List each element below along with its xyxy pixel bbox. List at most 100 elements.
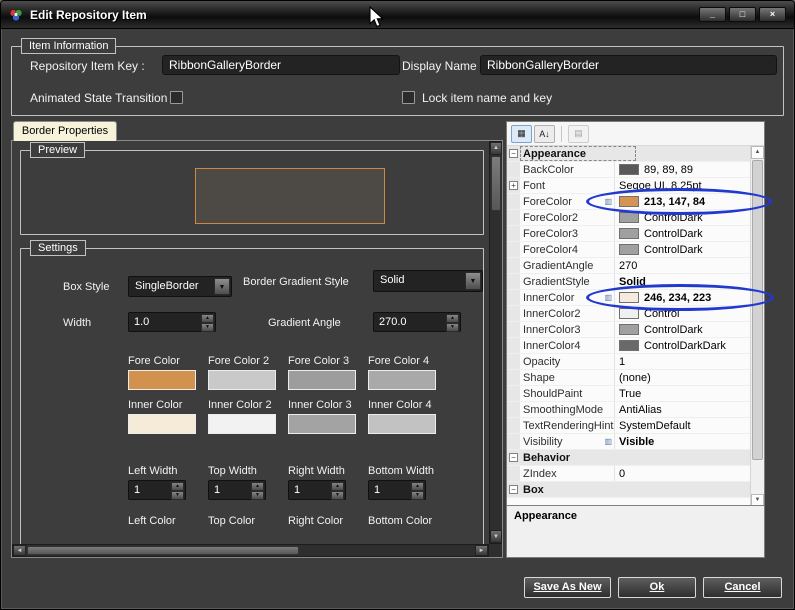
side-color-label: Left Color: [128, 515, 176, 527]
scrollbar-corner: [489, 544, 502, 557]
horizontal-scrollbar[interactable]: ◄ ►: [12, 544, 489, 557]
property-row[interactable]: Shape (none): [507, 370, 752, 386]
color-swatch[interactable]: [208, 414, 276, 434]
expand-icon[interactable]: +: [509, 181, 518, 190]
property-grid-scrollbar[interactable]: ▲ ▼: [750, 146, 764, 507]
spinner-up-icon[interactable]: ▲: [331, 482, 344, 491]
spinner-buttons[interactable]: ▲ ▼: [251, 482, 264, 500]
property-row[interactable]: InnerColor ▥ 246, 234, 223: [507, 290, 752, 306]
property-category-row[interactable]: − Appearance: [507, 146, 752, 162]
color-swatch[interactable]: [368, 414, 436, 434]
lock-item-name-checkbox[interactable]: [402, 91, 415, 104]
property-row[interactable]: Opacity 1: [507, 354, 752, 370]
gradient-angle-spinner[interactable]: 270.0 ▲ ▼: [373, 312, 461, 332]
color-swatch[interactable]: [128, 414, 196, 434]
collapse-icon[interactable]: −: [509, 453, 518, 462]
color-swatch[interactable]: [208, 370, 276, 390]
property-name: Behavior: [523, 451, 571, 464]
save-as-new-button[interactable]: Save As New: [524, 577, 611, 598]
scroll-down-icon[interactable]: ▼: [490, 530, 502, 543]
color-swatch: [619, 324, 639, 335]
spinner-down-icon[interactable]: ▼: [446, 323, 459, 332]
preview-legend: Preview: [30, 142, 86, 158]
spinner-buttons[interactable]: ▲ ▼: [331, 482, 344, 500]
property-value: [636, 146, 753, 161]
spinner-down-icon[interactable]: ▼: [201, 323, 214, 332]
property-value: ControlDark: [615, 322, 752, 337]
property-pages-button[interactable]: ▤: [568, 124, 589, 143]
property-row[interactable]: + Font Segoe UI, 8.25pt: [507, 178, 752, 194]
spinner-up-icon[interactable]: ▲: [171, 482, 184, 491]
close-button[interactable]: ×: [759, 7, 786, 22]
cancel-button[interactable]: Cancel: [703, 577, 782, 598]
minimize-button[interactable]: _: [699, 7, 726, 22]
color-swatch[interactable]: [368, 370, 436, 390]
side-width-spinner[interactable]: 1 ▲ ▼: [368, 480, 426, 500]
alphabetical-sort-button[interactable]: A↓: [534, 124, 555, 143]
categorized-button[interactable]: ▦: [511, 124, 532, 143]
property-row[interactable]: ForeColor4 ControlDark: [507, 242, 752, 258]
spinner-up-icon[interactable]: ▲: [446, 314, 459, 323]
property-row[interactable]: ForeColor2 ControlDark: [507, 210, 752, 226]
spinner-buttons[interactable]: ▲ ▼: [171, 482, 184, 500]
animated-state-transition-checkbox[interactable]: [170, 91, 183, 104]
property-row[interactable]: GradientAngle 270: [507, 258, 752, 274]
side-width-spinner[interactable]: 1 ▲ ▼: [128, 480, 186, 500]
scrollbar-thumb[interactable]: [752, 160, 763, 460]
chevron-down-icon[interactable]: ▼: [465, 272, 481, 290]
spinner-down-icon[interactable]: ▼: [331, 491, 344, 500]
spinner-up-icon[interactable]: ▲: [251, 482, 264, 491]
property-row[interactable]: ForeColor ▥ 213, 147, 84: [507, 194, 752, 210]
maximize-button[interactable]: □: [729, 7, 756, 22]
box-style-combo[interactable]: SingleBorder ▼: [128, 276, 232, 297]
property-row[interactable]: GradientStyle Solid: [507, 274, 752, 290]
property-row[interactable]: SmoothingMode AntiAlias: [507, 402, 752, 418]
color-swatch[interactable]: [288, 370, 356, 390]
property-category-row[interactable]: − Box: [507, 482, 752, 498]
ok-button[interactable]: Ok: [618, 577, 696, 598]
property-row[interactable]: ShouldPaint True: [507, 386, 752, 402]
color-column: Inner Color 4: [368, 399, 448, 434]
property-name: GradientAngle: [520, 258, 615, 273]
spinner-up-icon[interactable]: ▲: [411, 482, 424, 491]
spinner-buttons[interactable]: ▲ ▼: [201, 314, 214, 332]
property-category-row[interactable]: − Behavior: [507, 450, 752, 466]
property-row[interactable]: ForeColor3 ControlDark: [507, 226, 752, 242]
spinner-buttons[interactable]: ▲ ▼: [411, 482, 424, 500]
tab-border-properties[interactable]: Border Properties: [13, 121, 117, 141]
spinner-down-icon[interactable]: ▼: [171, 491, 184, 500]
scroll-up-icon[interactable]: ▲: [490, 142, 502, 155]
side-width-spinner[interactable]: 1 ▲ ▼: [208, 480, 266, 500]
scroll-left-icon[interactable]: ◄: [13, 545, 26, 556]
display-name-input[interactable]: [480, 55, 777, 75]
color-swatch: [619, 340, 639, 351]
property-row[interactable]: InnerColor4 ControlDarkDark: [507, 338, 752, 354]
scroll-up-icon[interactable]: ▲: [751, 146, 764, 159]
side-width-spinner[interactable]: 1 ▲ ▼: [288, 480, 346, 500]
repository-item-key-input[interactable]: [162, 55, 400, 75]
border-gradient-style-combo[interactable]: Solid ▼: [373, 270, 483, 292]
color-swatch[interactable]: [288, 414, 356, 434]
collapse-icon[interactable]: −: [509, 149, 518, 158]
property-row[interactable]: TextRenderingHint SystemDefault: [507, 418, 752, 434]
property-row[interactable]: InnerColor3 ControlDark: [507, 322, 752, 338]
vertical-scrollbar[interactable]: ▲ ▼: [489, 141, 502, 544]
spinner-down-icon[interactable]: ▼: [411, 491, 424, 500]
spinner-buttons[interactable]: ▲ ▼: [446, 314, 459, 332]
box-style-label: Box Style: [63, 281, 110, 293]
color-swatch[interactable]: [128, 370, 196, 390]
spinner-up-icon[interactable]: ▲: [201, 314, 214, 323]
scroll-right-icon[interactable]: ►: [475, 545, 488, 556]
title-bar[interactable]: Edit Repository Item _ □ ×: [1, 1, 794, 29]
chevron-down-icon[interactable]: ▼: [214, 278, 230, 295]
scrollbar-thumb[interactable]: [491, 156, 501, 211]
scrollbar-thumb[interactable]: [27, 546, 299, 555]
property-row[interactable]: ZIndex 0: [507, 466, 752, 482]
collapse-icon[interactable]: −: [509, 485, 518, 494]
property-row[interactable]: InnerColor2 Control: [507, 306, 752, 322]
property-row[interactable]: BackColor 89, 89, 89: [507, 162, 752, 178]
spinner-down-icon[interactable]: ▼: [251, 491, 264, 500]
border-preview-rect: [195, 168, 385, 224]
property-row[interactable]: Visibility ▥ Visible: [507, 434, 752, 450]
width-spinner[interactable]: 1.0 ▲ ▼: [128, 312, 216, 332]
